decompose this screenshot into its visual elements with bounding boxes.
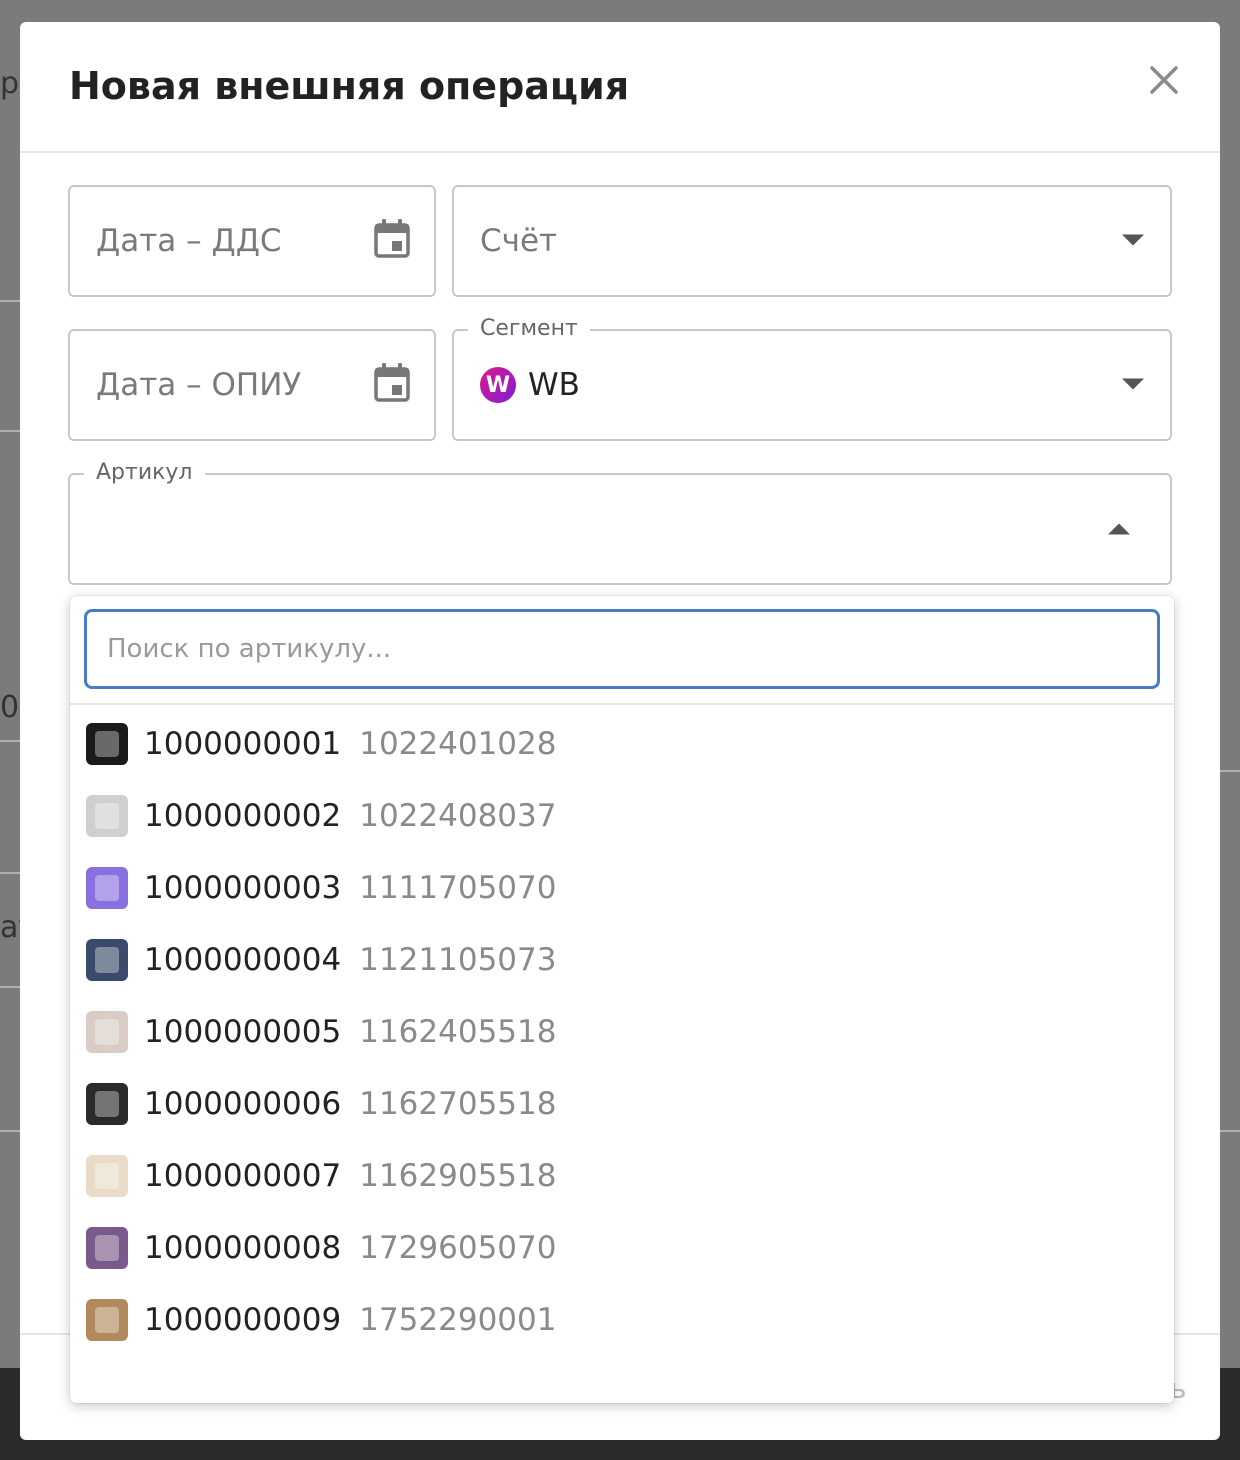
article-option-id: 1000000005	[144, 1014, 342, 1050]
article-option-code: 1022401028	[359, 726, 557, 762]
article-option[interactable]: 1000000008 1729605070	[70, 1212, 1174, 1284]
article-option[interactable]: 1000000004 1121105073	[70, 924, 1174, 996]
account-select[interactable]: Счёт	[452, 185, 1172, 297]
segment-select[interactable]: Сегмент W WB	[452, 316, 1172, 441]
background-divider	[0, 430, 20, 432]
background-divider	[0, 1130, 20, 1132]
product-thumbnail-icon	[86, 1011, 128, 1053]
product-thumbnail-icon	[86, 795, 128, 837]
segment-label: Сегмент	[468, 316, 590, 341]
background-fragment: ри	[0, 66, 20, 101]
wb-logo-icon: W	[480, 367, 516, 403]
close-icon	[1150, 66, 1178, 94]
article-option-code: 1111705070	[359, 870, 557, 906]
date-opiu-field[interactable]: Дата – ОПИУ	[68, 329, 436, 441]
article-option-id: 1000000003	[144, 870, 342, 906]
date-opiu-placeholder: Дата – ОПИУ	[96, 367, 302, 403]
background-fragment: ат	[0, 910, 20, 945]
date-dds-placeholder: Дата – ДДС	[96, 223, 282, 259]
date-dds-field[interactable]: Дата – ДДС	[68, 185, 436, 297]
background-divider	[1220, 770, 1240, 772]
chevron-down-icon[interactable]	[1122, 376, 1144, 395]
article-option[interactable]: 1000000006 1162705518	[70, 1068, 1174, 1140]
article-option-code: 1022408037	[359, 798, 557, 834]
article-option-id: 1000000002	[144, 798, 342, 834]
article-option-code: 1752290001	[359, 1302, 557, 1338]
article-option[interactable]: 1000000002 1022408037	[70, 780, 1174, 852]
segment-value-text: WB	[528, 367, 580, 403]
calendar-icon[interactable]	[372, 218, 412, 264]
product-thumbnail-icon	[86, 1227, 128, 1269]
article-option-id: 1000000004	[144, 942, 342, 978]
background-divider	[0, 740, 20, 742]
article-dropdown: 1000000001 1022401028 1000000002 1022408037…	[70, 596, 1174, 1403]
article-option-id: 1000000001	[144, 726, 342, 762]
article-option[interactable]: 1000000007 1162905518	[70, 1140, 1174, 1212]
article-option-code: 1121105073	[359, 942, 557, 978]
product-thumbnail-icon	[86, 1299, 128, 1341]
article-options-list: 1000000001 1022401028 1000000002 1022408037…	[70, 708, 1174, 1356]
article-search-input[interactable]	[84, 609, 1160, 689]
background-divider	[0, 300, 20, 302]
article-option-id: 1000000009	[144, 1302, 342, 1338]
header-divider	[20, 151, 1220, 153]
article-option-code: 1162705518	[359, 1086, 557, 1122]
product-thumbnail-icon	[86, 723, 128, 765]
article-option-id: 1000000008	[144, 1230, 342, 1266]
article-option[interactable]: 1000000009 1752290001	[70, 1284, 1174, 1356]
background-divider	[1220, 1130, 1240, 1132]
chevron-up-icon[interactable]	[1108, 520, 1130, 539]
article-option-id: 1000000007	[144, 1158, 342, 1194]
account-placeholder: Счёт	[480, 223, 558, 259]
calendar-icon[interactable]	[372, 362, 412, 408]
article-option-id: 1000000006	[144, 1086, 342, 1122]
background-fragment: 08	[0, 690, 20, 725]
background-divider	[0, 872, 20, 874]
close-button[interactable]	[1144, 60, 1184, 100]
chevron-down-icon[interactable]	[1122, 232, 1144, 251]
article-label: Артикул	[84, 460, 205, 485]
dialog-title: Новая внешняя операция	[69, 64, 630, 108]
article-select[interactable]: Артикул	[68, 460, 1172, 585]
background-divider	[0, 986, 20, 988]
segment-value: W WB	[480, 367, 580, 403]
product-thumbnail-icon	[86, 939, 128, 981]
product-thumbnail-icon	[86, 1083, 128, 1125]
product-thumbnail-icon	[86, 867, 128, 909]
article-option-code: 1162905518	[359, 1158, 557, 1194]
article-option-code: 1729605070	[359, 1230, 557, 1266]
article-option[interactable]: 1000000005 1162405518	[70, 996, 1174, 1068]
article-option[interactable]: 1000000003 1111705070	[70, 852, 1174, 924]
product-thumbnail-icon	[86, 1155, 128, 1197]
dropdown-divider	[70, 703, 1174, 705]
article-option[interactable]: 1000000001 1022401028	[70, 708, 1174, 780]
article-option-code: 1162405518	[359, 1014, 557, 1050]
